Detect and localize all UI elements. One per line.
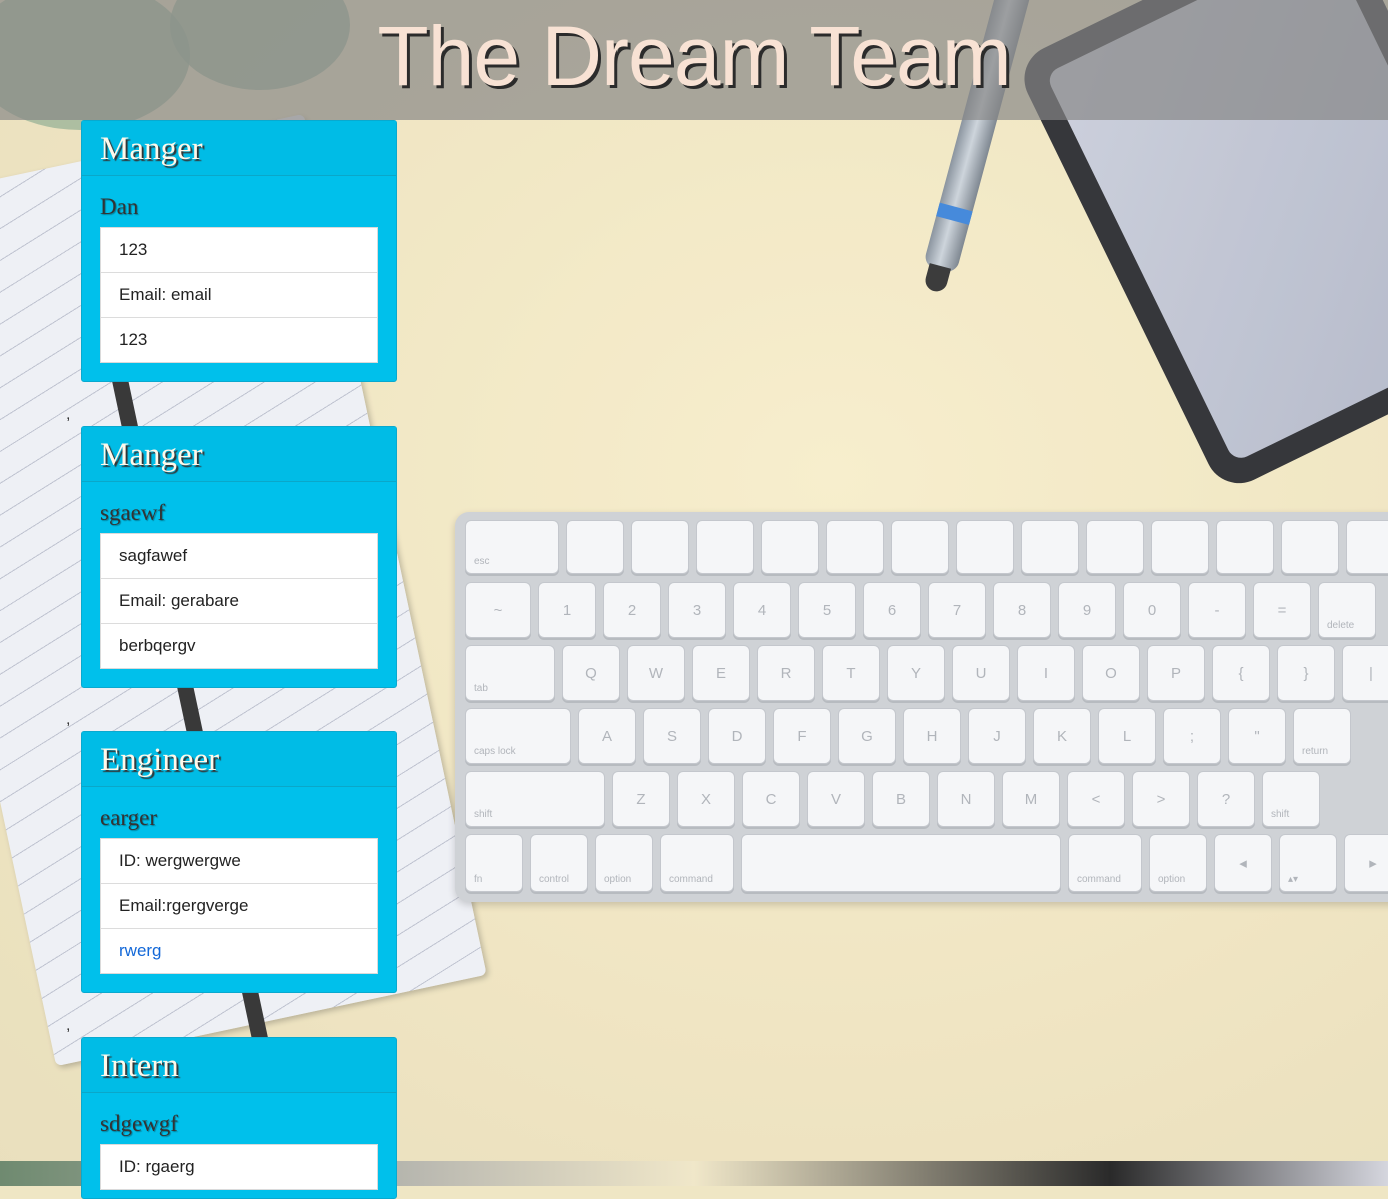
detail-extra: 123 (101, 317, 377, 362)
card-header: Manger (82, 121, 396, 176)
card-employee-name: sgaewf (100, 500, 166, 525)
separator-comma: , (66, 1017, 71, 1034)
card-details-list: 123 Email: email 123 (100, 227, 378, 363)
github-link[interactable]: rwerg (119, 941, 162, 960)
card-header: Intern (82, 1038, 396, 1093)
card-header: Engineer (82, 732, 396, 787)
employee-card: Manger Dan 123 Email: email 123 (81, 120, 397, 382)
card-details-list: ID: rgaerg (100, 1144, 378, 1190)
detail-email: Email: gerabare (101, 578, 377, 623)
detail-extra: berbqergv (101, 623, 377, 668)
detail-email: Email: email (101, 272, 377, 317)
detail-id: ID: rgaerg (119, 1157, 195, 1176)
employee-card: Intern sdgewgf ID: rgaerg (81, 1037, 397, 1199)
page-title: The Dream Team (377, 9, 1011, 103)
employee-card: Engineer earger ID: wergwergwe Email:rge… (81, 731, 397, 993)
card-role: Manger (100, 437, 203, 473)
detail-email: Email:rgergverge (101, 883, 377, 928)
card-details-list: ID: wergwergwe Email:rgergverge rwerg (100, 838, 378, 974)
card-role: Manger (100, 131, 203, 167)
card-details-list: sagfawef Email: gerabare berbqergv (100, 533, 378, 669)
detail-github: rwerg (101, 928, 377, 973)
card-employee-name: Dan (100, 194, 139, 219)
separator-comma: , (66, 406, 71, 423)
separator-comma: , (66, 711, 71, 728)
detail-id: 123 (119, 240, 148, 259)
card-header: Manger (82, 427, 396, 482)
page-header: The Dream Team (0, 0, 1388, 120)
detail-id: ID: wergwergwe (119, 851, 241, 870)
card-role: Engineer (100, 742, 220, 778)
card-employee-name: sdgewgf (100, 1111, 178, 1136)
card-role: Intern (100, 1048, 179, 1084)
card-employee-name: earger (100, 805, 158, 830)
employee-card: Manger sgaewf sagfawef Email: gerabare b… (81, 426, 397, 688)
detail-id: sagfawef (119, 546, 188, 565)
